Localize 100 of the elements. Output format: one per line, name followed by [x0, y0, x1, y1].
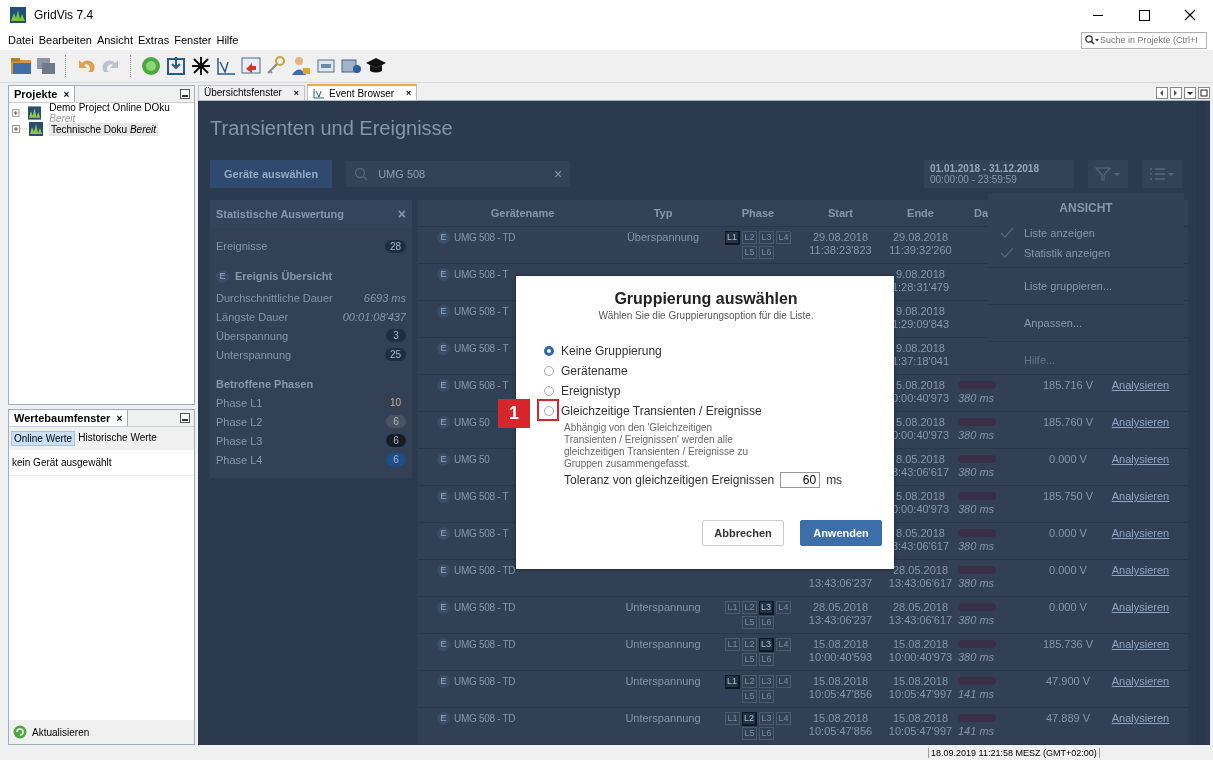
end-time: 15.08.2018 10:00:40'973 — [888, 638, 953, 664]
duration: 380 ms — [958, 502, 996, 515]
start-time: 28.05.2018 13:43:06'237 — [808, 601, 873, 627]
tolerance-label: Toleranz von gleichzeitigen Ereignissen — [564, 473, 775, 487]
event-type: Überspannung — [626, 231, 700, 243]
device-name: UMG 508 - TD — [454, 602, 516, 613]
phase-tag: L5 — [742, 653, 757, 666]
phase-label: Phase L2 — [216, 415, 263, 428]
end-time: 29.08.2018 11:39:32'260 — [889, 231, 952, 257]
phase-tag: L3 — [759, 675, 774, 688]
phase-tag: L1 — [725, 231, 740, 245]
phase-tag: L6 — [759, 727, 774, 740]
device-name: UMG 508 - T — [454, 306, 509, 317]
phase-tag: L4 — [776, 712, 791, 725]
phase-tag: L4 — [776, 675, 791, 688]
event-marker: E — [437, 231, 450, 244]
dialog-subtitle: Wählen Sie die Gruppierungsoption für die Liste. — [597, 309, 815, 321]
peak-value: 0.000 V — [1049, 564, 1087, 576]
peak-value: 0.000 V — [1049, 601, 1087, 613]
event-marker: E — [216, 269, 229, 283]
start-time: 29.08.2018 11:38:23'823 — [809, 231, 872, 257]
device-name: UMG 508 - TD — [454, 713, 516, 724]
end-time: 9.08.2018 1:37:18'041 — [891, 342, 950, 368]
count-badge: 6 — [386, 415, 406, 428]
device-name: UMG 508 - TD — [454, 676, 516, 687]
phase-tag: L4 — [776, 638, 791, 651]
stat-label: Unterspannung — [216, 348, 292, 361]
stat-value: 6693 ms — [363, 291, 406, 304]
phase-tag: L5 — [742, 246, 757, 259]
count-badge: 25 — [384, 348, 406, 361]
duration: 380 ms — [958, 576, 996, 589]
event-marker: E — [437, 305, 450, 318]
duration: 380 ms — [958, 391, 996, 404]
event-type: Unterspannung — [625, 675, 701, 687]
event-marker: E — [437, 379, 450, 392]
stat-label: Durchschnittliche Dauer — [216, 291, 333, 304]
panel-title: Projekte — [14, 88, 58, 100]
phase-tag: L5 — [742, 616, 757, 629]
event-marker: E — [437, 268, 450, 281]
end-time: 5.08.2018 0:00:40'973 — [891, 490, 950, 516]
peak-value: 47.889 V — [1045, 712, 1090, 724]
dialog-title: Gruppierung auswählen — [613, 290, 799, 308]
end-time: 5.08.2018 0:00:40'973 — [891, 379, 950, 405]
peak-value: 185.760 V — [1042, 416, 1094, 428]
event-marker: E — [437, 453, 450, 466]
peak-value: 0.000 V — [1049, 453, 1087, 465]
device-name: UMG 508 - TD — [454, 232, 516, 243]
event-type: Unterspannung — [625, 712, 701, 724]
event-marker: E — [437, 490, 450, 503]
unit-label: ms — [826, 473, 843, 487]
phase-tag: L1 — [725, 712, 740, 725]
device-name: UMG 508 - T — [454, 491, 509, 502]
phase-tag: L3 — [759, 601, 774, 615]
phase-tag: L6 — [759, 616, 774, 629]
event-marker: E — [437, 675, 450, 688]
section-title: Betroffene Phasen — [216, 377, 315, 392]
phase-tag: L2 — [742, 601, 757, 614]
phase-label: Phase L4 — [216, 453, 263, 466]
phase-tag: L5 — [742, 690, 757, 703]
phase-tag: L6 — [759, 246, 774, 259]
count-badge: 28 — [384, 239, 406, 253]
event-type: Unterspannung — [625, 601, 701, 613]
peak-value: 185.750 V — [1042, 490, 1094, 502]
event-type: Unterspannung — [625, 638, 701, 650]
step-number: 1 — [498, 399, 530, 428]
option-description: Abhängig von den 'Gleichzeitigen Transienten / Ereignissen' werden alle gleichzeitigen Transienten / Ereignisse zu Gruppen zusammengefasst. — [563, 421, 749, 470]
device-name: UMG 508 - T — [454, 380, 509, 391]
event-marker: E — [437, 601, 450, 614]
phase-tag: L1 — [725, 601, 740, 614]
window-title: GridVis 7.4 — [34, 8, 94, 22]
peak-value: 47.900 V — [1045, 675, 1090, 687]
phase-tag: L2 — [742, 712, 757, 726]
start-time: 15.08.2018 10:05:47'856 — [808, 675, 873, 701]
end-time: 8.05.2018 3:43:06'617 — [891, 527, 950, 553]
end-time: 9.08.2018 1:28:31'479 — [891, 268, 950, 294]
device-name: UMG 508 - TD — [454, 639, 516, 650]
end-time: 15.08.2018 10:05:47'997 — [888, 712, 953, 738]
stat-value: 00:01:08'437 — [342, 310, 406, 323]
panel-title: Wertebaumfenster — [14, 412, 111, 424]
card-title: Statistische Auswertung — [216, 208, 344, 220]
duration: 380 ms — [958, 650, 996, 663]
start-time: 15.08.2018 10:05:47'856 — [808, 712, 873, 738]
event-marker: E — [437, 638, 450, 651]
duration: 380 ms — [958, 539, 996, 552]
phase-tag: L6 — [759, 690, 774, 703]
count-badge: 6 — [386, 434, 406, 447]
section-title: Ereignis Übersicht — [235, 270, 333, 282]
end-time: 5.08.2018 0:00:40'973 — [891, 416, 950, 442]
phase-tag: L1 — [725, 638, 740, 651]
phase-label: Phase L3 — [216, 434, 263, 447]
duration: 380 ms — [958, 428, 996, 441]
peak-value: 185.716 V — [1042, 379, 1094, 391]
phase-tag: L2 — [742, 675, 757, 688]
device-name: UMG 50 — [454, 454, 490, 465]
phase-tag: L1 — [725, 675, 740, 689]
phase-tag: L4 — [776, 231, 791, 244]
status-message: kein Gerät ausgewählt — [9, 450, 194, 476]
count-badge: 6 — [386, 453, 406, 466]
start-time: 15.08.2018 10:00:40'593 — [808, 638, 873, 664]
menu-title: ANSICHT — [1058, 201, 1114, 217]
